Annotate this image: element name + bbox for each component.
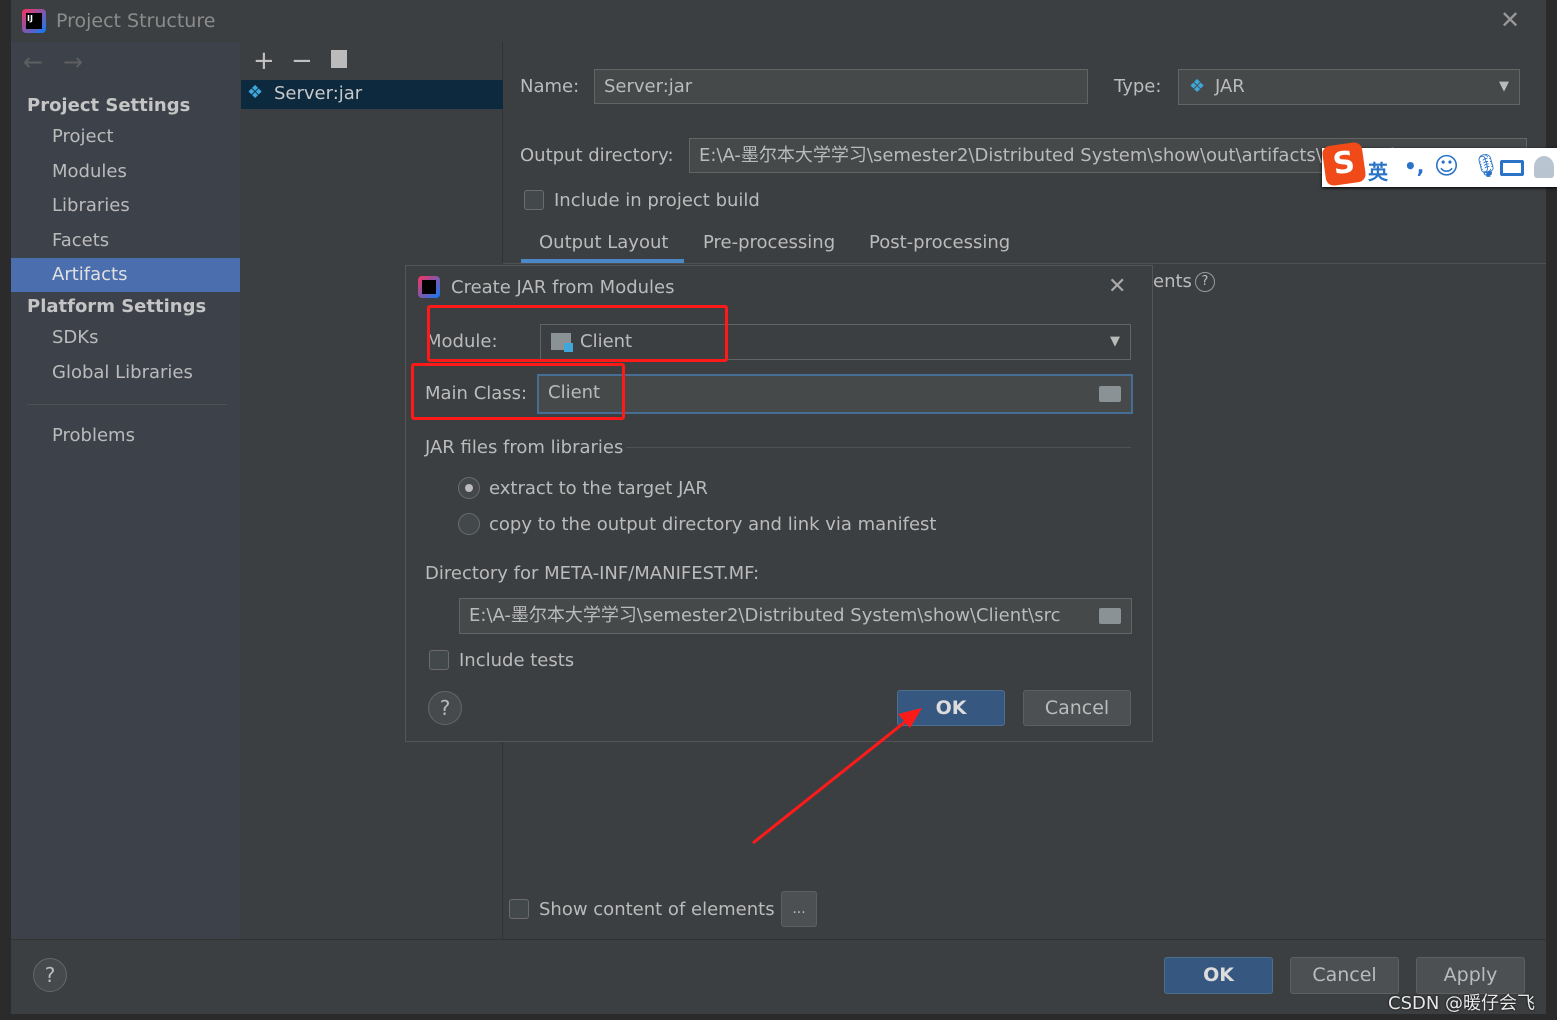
cancel-button[interactable]: Cancel: [1290, 957, 1399, 994]
watermark: CSDN @暖仔会飞: [1388, 993, 1536, 1014]
divider: [11, 939, 1546, 940]
ok-button[interactable]: OK: [1164, 957, 1273, 994]
help-button[interactable]: ?: [33, 958, 67, 992]
annotation-arrow: [752, 708, 922, 845]
